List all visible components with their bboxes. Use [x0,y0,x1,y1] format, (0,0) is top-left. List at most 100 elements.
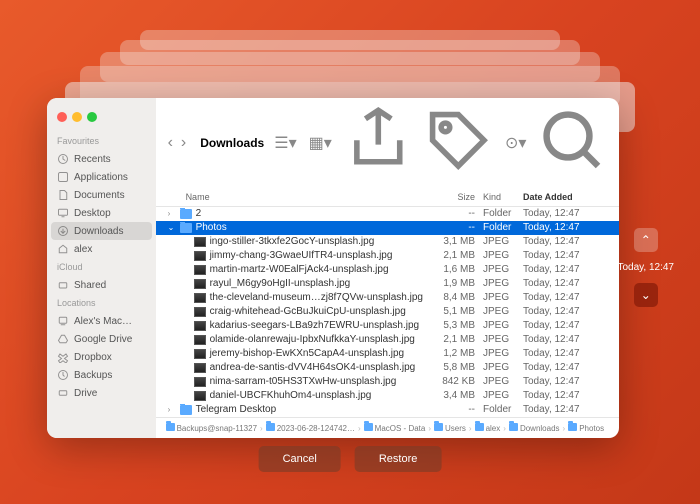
sidebar-item-label: Backups [74,370,112,381]
path-segment[interactable]: alex [475,423,501,433]
file-size: 3,4 MB [423,390,475,401]
forward-button[interactable]: › [181,134,186,152]
backup-icon [57,369,69,381]
file-size: 5,3 MB [423,320,475,331]
file-row[interactable]: jimmy-chang-3GwaeUIfTR4-unsplash.jpg2,1 … [156,249,619,263]
column-size[interactable]: Size [423,192,475,202]
column-name[interactable]: Name [168,192,423,202]
file-date: Today, 12:47 [523,376,607,387]
file-kind: JPEG [475,292,523,303]
sidebar-item-drive[interactable]: Drive [47,384,156,402]
file-size: -- [423,208,475,219]
file-size: -- [423,404,475,415]
view-grid-icon[interactable]: ▦▾ [309,133,332,153]
disclosure-icon[interactable]: › [168,209,176,218]
image-icon [194,363,206,373]
restore-button[interactable]: Restore [355,446,442,472]
path-separator: › [469,424,472,433]
file-date: Today, 12:47 [523,208,607,219]
file-name: craig-whitehead-GcBuJkuiCpU-unsplash.jpg [210,306,406,317]
file-kind: JPEG [475,264,523,275]
folder-icon [266,423,275,431]
search-icon[interactable] [538,106,607,180]
folder-icon [166,423,175,431]
file-row[interactable]: martin-martz-W0EalFjAck4-unsplash.jpg1,6… [156,263,619,277]
clock-icon [57,153,69,165]
close-button[interactable] [57,112,67,122]
file-row[interactable]: the-cleveland-museum…zj8f7QVw-unsplash.j… [156,291,619,305]
sidebar-item-alexsmac[interactable]: Alex's Mac… [47,312,156,330]
path-segment[interactable]: MacOS - Data [364,423,426,433]
file-row[interactable]: olamide-olanrewaju-IpbxNufkkaY-unsplash.… [156,333,619,347]
sidebar-item-label: Documents [74,190,125,201]
image-icon [194,265,206,275]
file-date: Today, 12:47 [523,236,607,247]
minimize-button[interactable] [72,112,82,122]
column-kind[interactable]: Kind [475,192,523,202]
file-name: daniel-UBCFKhuhOm4-unsplash.jpg [210,390,372,401]
toolbar: ‹ › Downloads ☰▾ ▦▾ ⊙▾ [156,98,619,188]
disclosure-icon[interactable]: ⌄ [168,223,176,232]
tag-icon[interactable] [424,106,493,180]
sidebar-item-desktop[interactable]: Desktop [47,204,156,222]
disclosure-icon[interactable]: › [168,405,176,414]
shared-icon [57,279,69,291]
image-icon [194,377,206,387]
file-row[interactable]: rayul_M6gy9oHgII-unsplash.jpg1,9 MBJPEGT… [156,277,619,291]
sidebar-item-dropbox[interactable]: Dropbox [47,348,156,366]
file-row[interactable]: nima-sarram-t05HS3TXwHw-unsplash.jpg842 … [156,375,619,389]
view-list-icon[interactable]: ☰▾ [274,133,296,153]
file-name: nima-sarram-t05HS3TXwHw-unsplash.jpg [210,376,397,387]
file-size: -- [423,222,475,233]
file-row[interactable]: ›Telegram Desktop--FolderToday, 12:47 [156,403,619,417]
cancel-button[interactable]: Cancel [259,446,341,472]
path-segment[interactable]: Users [434,423,466,433]
sidebar-item-label: Recents [74,154,111,165]
image-icon [194,307,206,317]
file-date: Today, 12:47 [523,320,607,331]
sidebar-item-googledrive[interactable]: Google Drive [47,330,156,348]
path-segment[interactable]: Backups@snap-11327 [166,423,257,433]
sidebar-item-backups[interactable]: Backups [47,366,156,384]
file-name: olamide-olanrewaju-IpbxNufkkaY-unsplash.… [210,334,415,345]
snapshot-prev-button[interactable]: ⌃ [634,228,658,252]
path-segment[interactable]: 2023-06-28-124742… [266,423,355,433]
file-row[interactable]: ingo-stiller-3tkxfe2GocY-unsplash.jpg3,1… [156,235,619,249]
file-name: jeremy-bishop-EwKXn5CapA4-unsplash.jpg [210,348,405,359]
file-row[interactable]: ›2--FolderToday, 12:47 [156,207,619,221]
file-name: martin-martz-W0EalFjAck4-unsplash.jpg [210,264,389,275]
file-row[interactable]: ⌄Photos--FolderToday, 12:47 [156,221,619,235]
share-icon[interactable] [344,106,413,180]
column-headers[interactable]: Name Size Kind Date Added [156,188,619,207]
file-row[interactable]: craig-whitehead-GcBuJkuiCpU-unsplash.jpg… [156,305,619,319]
file-kind: JPEG [475,320,523,331]
file-kind: JPEG [475,236,523,247]
folder-icon [475,423,484,431]
sidebar-item-downloads[interactable]: Downloads [51,222,152,240]
sidebar-item-applications[interactable]: Applications [47,168,156,186]
sidebar-item-alex[interactable]: alex [47,240,156,258]
snapshot-next-button[interactable]: ⌄ [634,283,658,307]
file-kind: JPEG [475,390,523,401]
sidebar-item-recents[interactable]: Recents [47,150,156,168]
file-row[interactable]: kadarius-seegars-LBa9zh7EWRU-unsplash.jp… [156,319,619,333]
window-controls [47,106,156,132]
file-list[interactable]: ›2--FolderToday, 12:47⌄Photos--FolderTod… [156,207,619,417]
sidebar-item-documents[interactable]: Documents [47,186,156,204]
file-kind: JPEG [475,278,523,289]
path-segment[interactable]: Photos [568,423,604,433]
image-icon [194,237,206,247]
file-row[interactable]: daniel-UBCFKhuhOm4-unsplash.jpg 3,4 MBJPE… [156,389,619,403]
sidebar-item-label: Google Drive [74,334,132,345]
file-date: Today, 12:47 [523,278,607,289]
action-icon[interactable]: ⊙▾ [505,133,526,153]
file-row[interactable]: jeremy-bishop-EwKXn5CapA4-unsplash.jpg1,… [156,347,619,361]
back-button[interactable]: ‹ [168,134,173,152]
file-row[interactable]: andrea-de-santis-dVV4H64sOK4-unsplash.jp… [156,361,619,375]
file-size: 5,8 MB [423,362,475,373]
image-icon [194,251,206,261]
path-segment[interactable]: Downloads [509,423,560,433]
sidebar-item-shared[interactable]: Shared [47,276,156,294]
column-date[interactable]: Date Added [523,192,607,202]
maximize-button[interactable] [87,112,97,122]
